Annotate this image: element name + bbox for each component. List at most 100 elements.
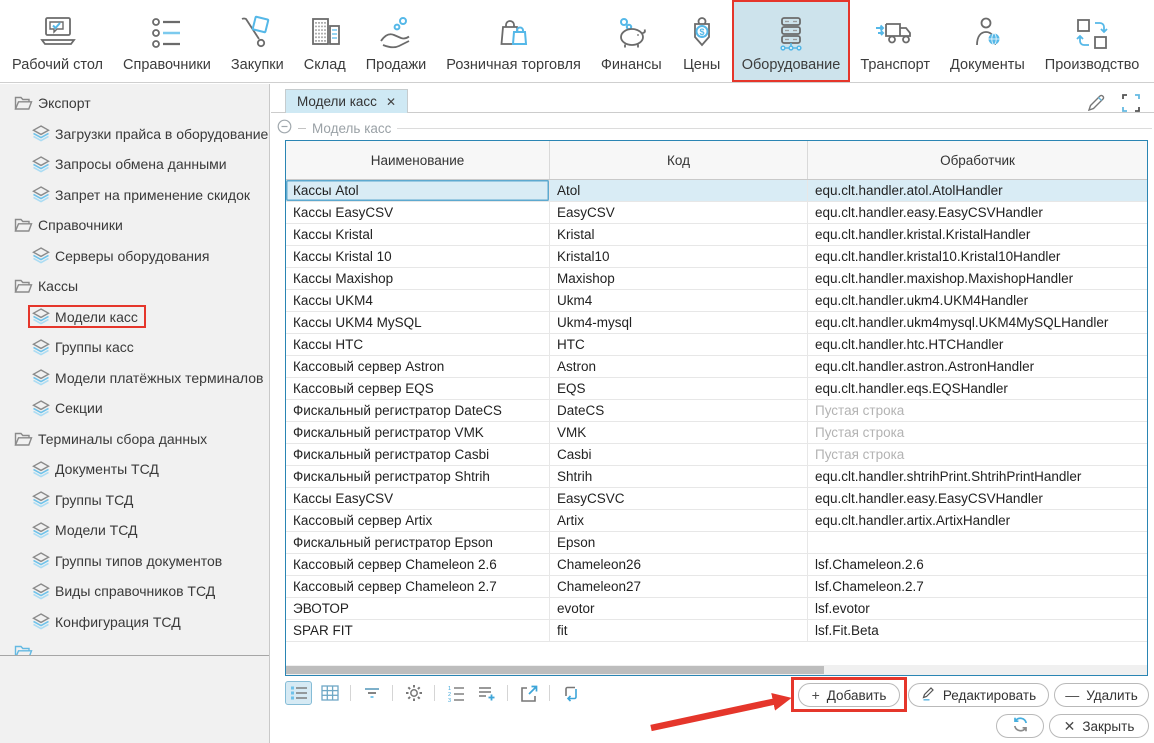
desktop-icon [36, 12, 80, 56]
toolbar-item-finance[interactable]: Финансы [591, 0, 672, 82]
refresh-icon [1012, 716, 1029, 736]
sidebar-item-label: Виды справочников ТСД [55, 583, 215, 599]
table-row[interactable]: Кассы UKM4 MySQLUkm4-mysqlequ.clt.handle… [286, 312, 1147, 334]
sidebar-item-directories[interactable]: Справочники [0, 210, 269, 241]
table-row[interactable]: Фискальный регистратор CasbiCasbiПустая … [286, 444, 1147, 466]
delete-button[interactable]: — Удалить [1054, 683, 1149, 707]
sidebar-item-cash-groups[interactable]: Группы касс [0, 332, 269, 363]
list-view-icon[interactable] [285, 681, 312, 705]
reload-icon[interactable] [557, 681, 584, 705]
sidebar-item-tsd-groups[interactable]: Группы ТСД [0, 485, 269, 516]
table-row[interactable]: Кассы EasyCSVEasyCSVCequ.clt.handler.eas… [286, 488, 1147, 510]
table-row[interactable]: Фискальный регистратор DateCSDateCSПуста… [286, 400, 1147, 422]
numbered-list-icon[interactable]: 123 [442, 681, 469, 705]
cell-name: Кассы UKM4 [286, 290, 550, 311]
sidebar-item-price-upload[interactable]: Загрузки прайса в оборудование [0, 119, 269, 150]
toolbar-item-desktop[interactable]: Рабочий стол [2, 0, 113, 82]
leaf-icon [32, 583, 50, 600]
tab-cash-models[interactable]: Модели касс ✕ [285, 89, 408, 113]
table-row[interactable]: Фискальный регистратор VMKVMKПустая стро… [286, 422, 1147, 444]
column-header[interactable]: Код [550, 141, 808, 179]
leaf-icon [32, 308, 50, 325]
fullscreen-expand-icon[interactable] [1120, 92, 1142, 119]
edit-pencil-icon[interactable] [1085, 92, 1107, 119]
collapse-minus-icon[interactable] [277, 119, 292, 137]
add-to-list-icon[interactable] [473, 681, 500, 705]
sidebar-item-tsd-models[interactable]: Модели ТСД [0, 515, 269, 546]
sidebar-item-discount-ban[interactable]: Запрет на применение скидок [0, 180, 269, 211]
toolbar-item-label: Цены [683, 57, 720, 73]
grid-view-icon[interactable] [316, 681, 343, 705]
sidebar-item-tsd-config[interactable]: Конфигурация ТСД [0, 607, 269, 638]
table-row[interactable]: Кассы HTCHTCequ.clt.handler.htc.HTCHandl… [286, 334, 1147, 356]
column-header[interactable]: Обработчик [808, 141, 1147, 179]
table-row[interactable]: SPAR FITfitlsf.Fit.Beta [286, 620, 1147, 642]
toolbar-item-prices[interactable]: $ Цены [672, 0, 732, 82]
toolbar-item-warehouse[interactable]: Склад [294, 0, 356, 82]
scrollbar-thumb[interactable] [286, 666, 824, 674]
table-row[interactable]: Кассовый сервер EQSEQSequ.clt.handler.eq… [286, 378, 1147, 400]
cell-name: Фискальный регистратор Shtrih [286, 466, 550, 487]
toolbar-item-purchases[interactable]: Закупки [221, 0, 294, 82]
sidebar-item-cut-folder[interactable] [0, 637, 269, 656]
horizontal-scrollbar[interactable] [286, 665, 1147, 675]
toolbar-item-sales[interactable]: Продажи [356, 0, 437, 82]
close-button[interactable]: ✕ Закрыть [1049, 714, 1149, 738]
filter-icon[interactable] [358, 681, 385, 705]
refresh-button[interactable] [996, 714, 1044, 738]
toolbar-item-retail[interactable]: Розничная торговля [436, 0, 591, 82]
settings-gear-icon[interactable] [400, 681, 427, 705]
leaf-icon [32, 369, 50, 386]
sidebar-item-cash-registers[interactable]: Кассы [0, 271, 269, 302]
toolbar-item-transport[interactable]: Транспорт [850, 0, 940, 82]
table-row[interactable]: Фискальный регистратор EpsonEpson [286, 532, 1147, 554]
table-row[interactable]: Фискальный регистратор ShtrihShtrihequ.c… [286, 466, 1147, 488]
column-header[interactable]: Наименование [286, 141, 550, 179]
cell-code: Atol [550, 180, 808, 201]
table-row[interactable]: Кассовый сервер AstronAstronequ.clt.hand… [286, 356, 1147, 378]
table-row[interactable]: Кассы KristalKristalequ.clt.handler.kris… [286, 224, 1147, 246]
sidebar-item-sections[interactable]: Секции [0, 393, 269, 424]
sidebar-item-doc-type-groups[interactable]: Группы типов документов [0, 546, 269, 577]
table-row[interactable]: Кассы MaxishopMaxishopequ.clt.handler.ma… [286, 268, 1147, 290]
tab-close-icon[interactable]: ✕ [386, 96, 396, 108]
sidebar-item-cash-models[interactable]: Модели касс [0, 302, 269, 333]
toolbar-item-label: Транспорт [860, 57, 930, 73]
sidebar-item-payment-terminal-models[interactable]: Модели платёжных терминалов [0, 363, 269, 394]
cell-code: EasyCSV [550, 202, 808, 223]
edit-button[interactable]: Редактировать [908, 683, 1049, 707]
toolbar-item-documents[interactable]: Документы [940, 0, 1035, 82]
cell-code: EQS [550, 378, 808, 399]
table-row[interactable]: Кассы UKM4Ukm4equ.clt.handler.ukm4.UKM4H… [286, 290, 1147, 312]
toolbar-item-equipment[interactable]: Оборудование [732, 0, 851, 82]
table-row[interactable]: Кассовый сервер Chameleon 2.7Chameleon27… [286, 576, 1147, 598]
sidebar-item-label: Модели платёжных терминалов [55, 370, 263, 386]
cell-code: Chameleon26 [550, 554, 808, 575]
cell-name: Фискальный регистратор DateCS [286, 400, 550, 421]
folder-icon [14, 217, 33, 233]
svg-text:$: $ [699, 27, 704, 37]
table-row[interactable]: Кассы AtolAtolequ.clt.handler.atol.AtolH… [286, 180, 1147, 202]
table-row[interactable]: Кассы Kristal 10Kristal10equ.clt.handler… [286, 246, 1147, 268]
open-external-icon[interactable] [515, 681, 542, 705]
toolbar-item-wms[interactable]: WMS [1149, 0, 1154, 82]
sidebar-item-data-terminals[interactable]: Терминалы сбора данных [0, 424, 269, 455]
toolbar-item-directories[interactable]: Справочники [113, 0, 221, 82]
sidebar-item-tsd-directory-types[interactable]: Виды справочников ТСД [0, 576, 269, 607]
edit-button-label: Редактировать [943, 688, 1036, 703]
sidebar-item-label: Справочники [38, 217, 123, 233]
sidebar-item-exchange-requests[interactable]: Запросы обмена данными [0, 149, 269, 180]
leaf-icon [32, 491, 50, 508]
table-row[interactable]: ЭВОТОРevotorlsf.evotor [286, 598, 1147, 620]
table-row[interactable]: Кассы EasyCSVEasyCSVequ.clt.handler.easy… [286, 202, 1147, 224]
top-toolbar: Рабочий столСправочникиЗакупкиСкладПрода… [0, 0, 1154, 83]
retail-icon [494, 12, 534, 56]
add-button[interactable]: + Добавить [798, 683, 900, 707]
table-row[interactable]: Кассовый сервер Chameleon 2.6Chameleon26… [286, 554, 1147, 576]
sidebar-item-tsd-documents[interactable]: Документы ТСД [0, 454, 269, 485]
toolbar-item-production[interactable]: Производство [1035, 0, 1150, 82]
sidebar-item-label: Кассы [38, 278, 78, 294]
sidebar-item-equipment-servers[interactable]: Серверы оборудования [0, 241, 269, 272]
sidebar-item-export[interactable]: Экспорт [0, 88, 269, 119]
table-row[interactable]: Кассовый сервер ArtixArtixequ.clt.handle… [286, 510, 1147, 532]
